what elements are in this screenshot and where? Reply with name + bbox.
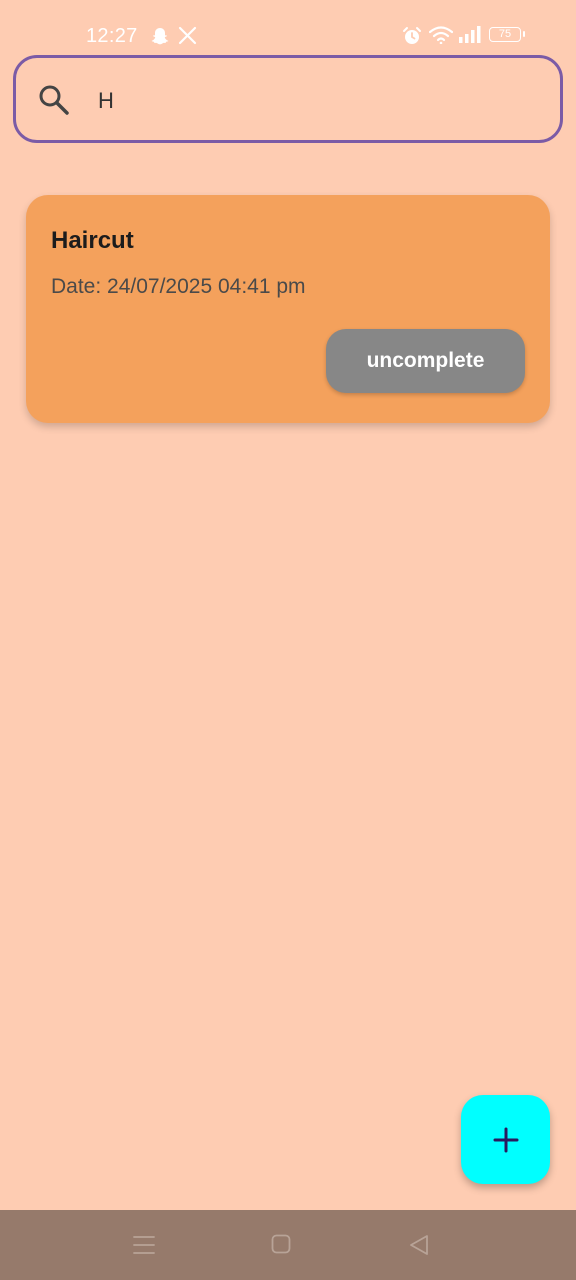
alarm-icon [403, 27, 421, 44]
plus-icon [493, 1127, 518, 1152]
snapchat-icon [151, 28, 169, 45]
add-task-button[interactable] [461, 1095, 550, 1184]
uncomplete-button[interactable]: uncomplete [326, 329, 525, 393]
task-card[interactable]: Haircut Date: 24/07/2025 04:41 pm uncomp… [26, 195, 550, 423]
back-icon[interactable] [408, 1234, 430, 1256]
wifi-icon [429, 26, 453, 44]
search-input[interactable] [96, 80, 540, 122]
status-bar: 12:27 75 [0, 0, 576, 56]
x-icon [178, 26, 197, 45]
menu-icon[interactable] [133, 1234, 155, 1256]
status-time: 12:27 [86, 25, 138, 47]
battery-icon: 75 [489, 27, 525, 42]
task-title: Haircut [51, 227, 134, 254]
search-box[interactable] [13, 55, 563, 143]
task-date: Date: 24/07/2025 04:41 pm [51, 275, 306, 298]
nav-bar [0, 1210, 576, 1280]
battery-level: 75 [498, 28, 512, 40]
signal-icon [459, 26, 481, 43]
home-icon[interactable] [271, 1234, 291, 1254]
search-icon[interactable] [38, 84, 70, 116]
